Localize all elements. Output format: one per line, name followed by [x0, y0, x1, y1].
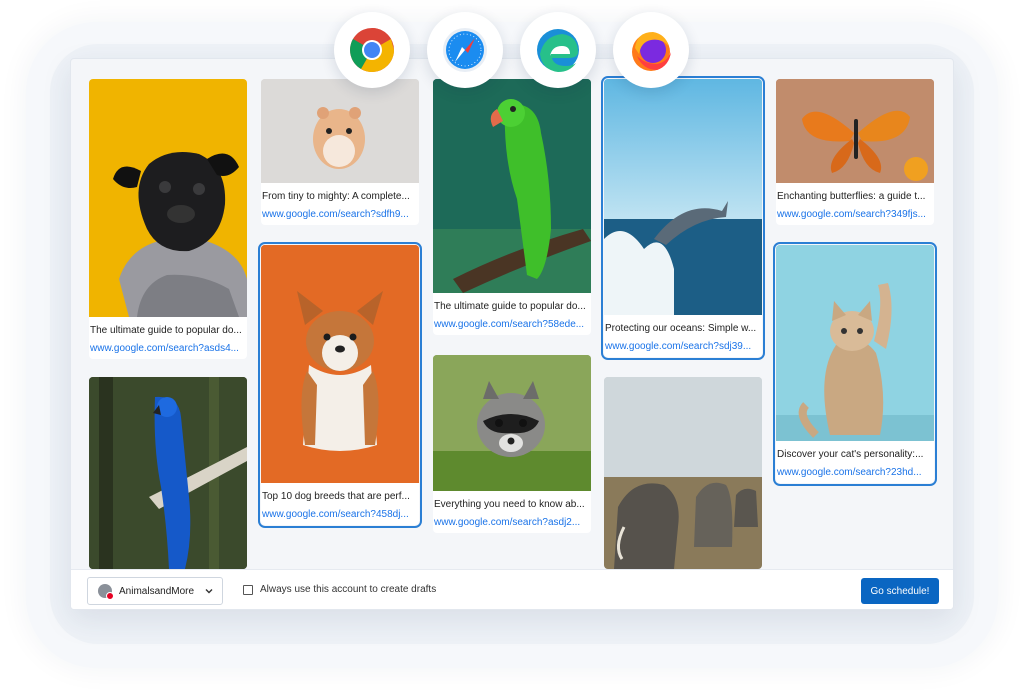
chevron-down-icon [205, 589, 213, 594]
image-card-pug[interactable]: The ultimate guide to popular do... www.… [89, 79, 247, 359]
supported-browsers [0, 12, 1024, 92]
card-url-link[interactable]: www.google.com/search?58ede... [433, 315, 591, 335]
kitten-image [776, 245, 934, 441]
card-caption: Protecting our oceans: Simple w... [605, 323, 757, 334]
image-card-corgi[interactable]: Top 10 dog breeds that are perf... www.g… [258, 242, 422, 528]
raccoon-image [433, 355, 591, 491]
parrot-image [433, 79, 591, 293]
card-url-link[interactable]: www.google.com/search?458dj... [261, 505, 419, 525]
account-selector[interactable]: AnimalsandMore [87, 577, 223, 605]
card-caption: Top 10 dog breeds that are perf... [262, 491, 410, 502]
elephants-image [604, 377, 762, 569]
card-caption: The ultimate guide to popular do... [434, 301, 586, 312]
card-url-link[interactable]: www.google.com/search?sdfh9... [261, 205, 419, 225]
footer-bar: AnimalsandMore Always use this account t… [71, 569, 953, 609]
image-card-raccoon[interactable]: Everything you need to know ab... www.go… [433, 355, 591, 533]
image-card-kitten[interactable]: Discover your cat's personality:... www.… [773, 242, 937, 486]
image-card-dolphin[interactable]: Protecting our oceans: Simple w... www.g… [601, 76, 765, 360]
chrome-icon [334, 12, 410, 88]
default-account-option[interactable]: Always use this account to create drafts [243, 584, 436, 595]
edge-icon [520, 12, 596, 88]
account-name: AnimalsandMore [119, 585, 195, 597]
default-account-checkbox[interactable] [243, 584, 253, 595]
image-card-macaw[interactable] [89, 377, 247, 569]
pin-picker-window: The ultimate guide to popular do... www.… [70, 58, 954, 610]
card-caption: Discover your cat's personality:... [777, 449, 924, 460]
butterfly-image [776, 79, 934, 183]
card-caption: Enchanting butterflies: a guide t... [777, 191, 926, 202]
image-card-hamster[interactable]: From tiny to mighty: A complete... www.g… [261, 79, 419, 225]
card-caption: Everything you need to know ab... [434, 499, 585, 510]
card-url-link[interactable]: www.google.com/search?sdj39... [604, 337, 762, 357]
dolphin-image [604, 79, 762, 315]
card-caption: The ultimate guide to popular do... [90, 325, 242, 336]
image-card-elephants[interactable] [604, 377, 762, 569]
image-card-butterfly[interactable]: Enchanting butterflies: a guide t... www… [776, 79, 934, 225]
firefox-icon [613, 12, 689, 88]
image-card-parrot[interactable]: The ultimate guide to popular do... www.… [433, 79, 591, 335]
card-url-link[interactable]: www.google.com/search?349fjs... [776, 205, 934, 225]
go-schedule-button[interactable]: Go schedule! [861, 578, 939, 604]
pug-image [89, 79, 247, 317]
default-account-label: Always use this account to create drafts [260, 584, 437, 595]
card-url-link[interactable]: www.google.com/search?asdj2... [433, 513, 591, 533]
avatar [98, 584, 114, 600]
safari-icon [427, 12, 503, 88]
corgi-image [261, 245, 419, 483]
card-caption: From tiny to mighty: A complete... [262, 191, 410, 202]
hamster-image [261, 79, 419, 183]
card-url-link[interactable]: www.google.com/search?23hd... [776, 463, 934, 483]
blue-macaw-image [89, 377, 247, 569]
image-grid: The ultimate guide to popular do... www.… [71, 59, 953, 569]
card-url-link[interactable]: www.google.com/search?asds4... [89, 339, 247, 359]
